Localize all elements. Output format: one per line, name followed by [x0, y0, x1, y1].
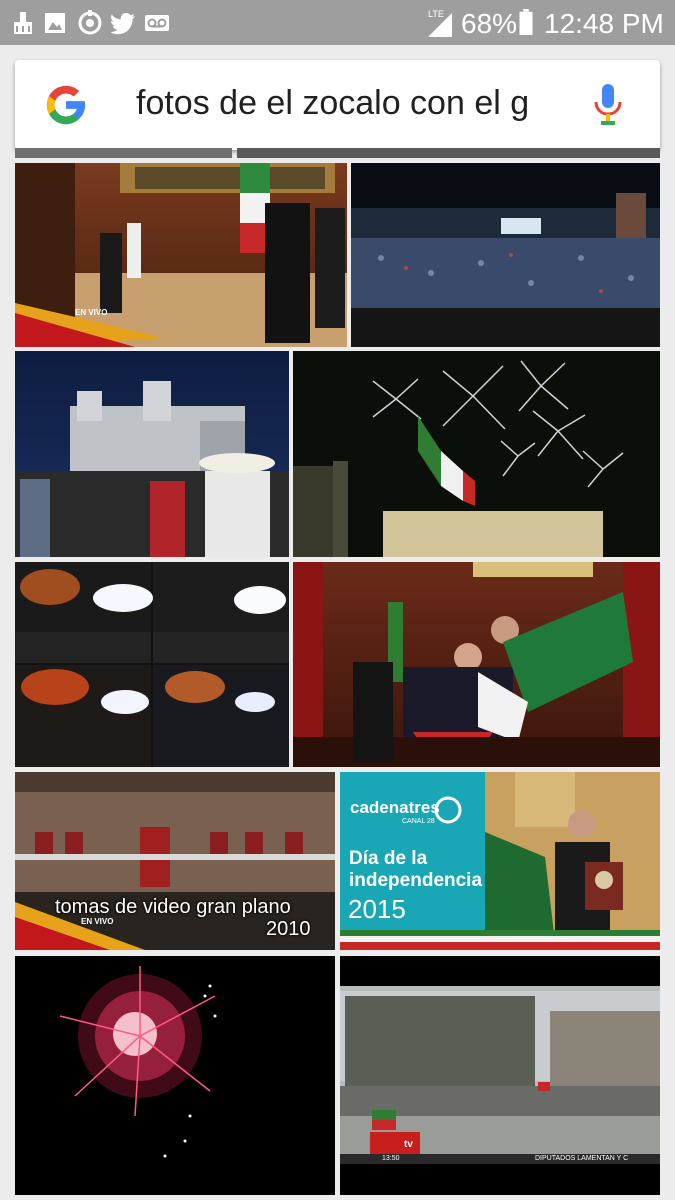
image-result[interactable] — [351, 163, 660, 347]
result-4-thumbnail — [293, 360, 624, 557]
image-result[interactable]: tv 13:50 DIPUTADOS LAMENTAN Y C — [340, 956, 660, 1195]
broadcast-year: 2015 — [348, 894, 406, 924]
image-result[interactable] — [293, 351, 660, 557]
image-result[interactable] — [15, 956, 335, 1195]
channel-brand: cadenatres — [350, 798, 440, 817]
google-logo[interactable] — [43, 82, 89, 128]
image-result-partial[interactable] — [15, 148, 232, 158]
image-result[interactable] — [293, 562, 660, 767]
status-time: 12:48 PM — [544, 8, 664, 39]
result-6-thumbnail — [293, 562, 660, 767]
result-3-thumbnail — [15, 381, 289, 557]
broadcast-title-line2: independencia — [349, 870, 483, 891]
gallery-icon — [45, 13, 65, 33]
image-result[interactable] — [15, 562, 289, 767]
tv-ticker: DIPUTADOS LAMENTAN Y C — [535, 1155, 629, 1162]
video-caption-line2: 2010 — [266, 918, 311, 940]
result-5-thumbnail — [15, 562, 289, 767]
live-label: EN VIVO — [81, 917, 114, 926]
signal-icon — [428, 13, 452, 37]
twitter-icon — [111, 13, 135, 35]
search-query-input[interactable]: fotos de el zocalo con el g — [136, 84, 556, 123]
image-result[interactable]: EN VIVO — [15, 163, 347, 347]
result-1-thumbnail — [15, 163, 347, 347]
sync-icon — [78, 10, 102, 35]
image-result[interactable] — [15, 351, 289, 557]
voicemail-icon — [145, 15, 169, 31]
image-result[interactable]: tomas de video gran plano 2010 EN VIVO — [15, 772, 335, 950]
live-label: EN VIVO — [75, 308, 108, 317]
cleaner-icon — [14, 12, 32, 34]
search-bar[interactable]: fotos de el zocalo con el g — [15, 60, 660, 150]
battery-percent: 68% — [461, 8, 518, 39]
video-caption-line1: tomas de video gran plano — [55, 896, 291, 918]
result-2-thumbnail — [351, 193, 660, 347]
result-9-thumbnail — [59, 966, 217, 1158]
tv-channel-logo: tv — [404, 1139, 413, 1150]
tv-clock: 13:50 — [382, 1155, 400, 1162]
mic-icon[interactable] — [593, 82, 623, 128]
battery-icon — [519, 9, 533, 35]
image-result[interactable]: cadenatres CANAL 28 Día de la independen… — [340, 772, 660, 950]
status-bar: LTE 68% 12:48 PM — [0, 0, 675, 45]
image-result-partial[interactable] — [237, 148, 660, 158]
channel-brand-sub: CANAL 28 — [402, 818, 435, 825]
broadcast-title-line1: Día de la — [349, 848, 428, 869]
